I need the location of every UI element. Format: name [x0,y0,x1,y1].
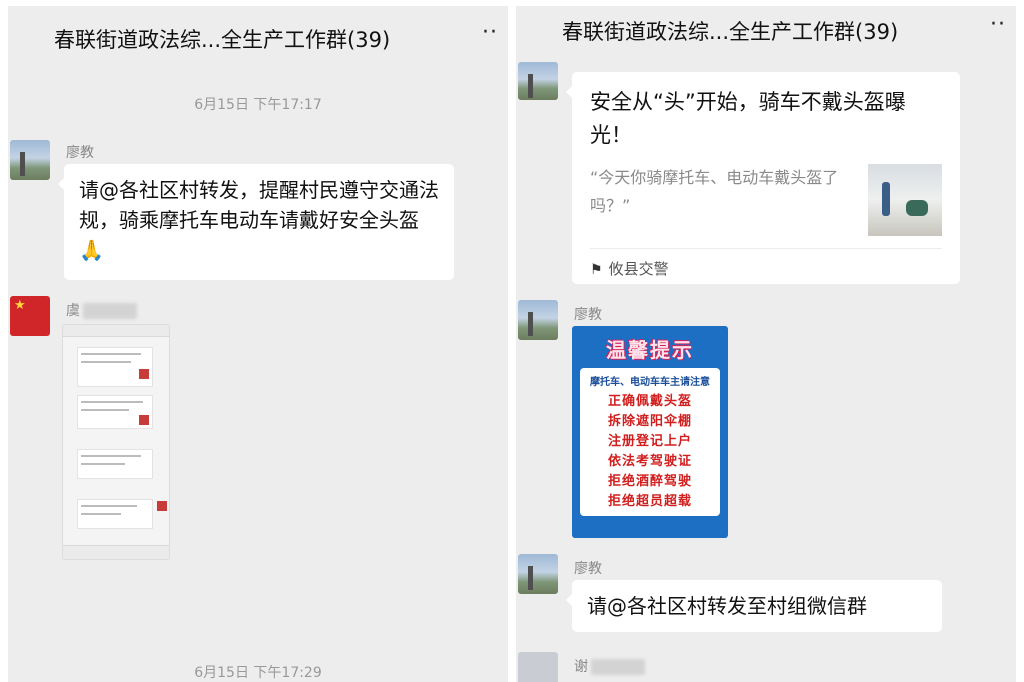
link-title: 安全从“头”开始，骑车不戴头盔曝光！ [590,90,906,147]
poster-line: 依法考驾驶证 [607,454,692,469]
message-timestamp: 6月15日 下午17:29 [194,665,322,681]
divider [590,248,942,249]
message-timestamp: 6月15日 下午17:17 [194,97,322,113]
link-source: ⚑ 攸县交警 [590,260,669,278]
screenshot-image[interactable] [62,324,170,560]
poster-line: 拆除遮阳伞棚 [607,414,692,429]
avatar[interactable] [10,140,50,180]
sender-name: 廖教 [574,307,602,323]
chat-title: 春联街道政法综...全生产工作群(39) [54,28,391,52]
avatar[interactable] [518,652,558,682]
poster-line: 拒绝超员超载 [607,494,692,509]
link-card[interactable]: 安全从“头”开始，骑车不戴头盔曝光！ “今天你骑摩托车、电动车戴头盔了吗？” ⚑… [566,72,960,284]
sender-name: 廖教 [574,561,602,577]
more-icon[interactable]: ·· [482,20,498,45]
blurred-name [83,303,137,319]
message-bubble[interactable]: 请@各社区村转发至村组微信群 [566,580,942,632]
avatar[interactable] [518,300,558,340]
sender-name: 廖教 [66,145,94,161]
chat-window-left: 春联街道政法综...全生产工作群(39) ·· 6月15日 下午17:17 廖教… [8,6,508,682]
poster-line: 拒绝酒醉驾驶 [607,474,692,489]
more-icon[interactable]: ·· [990,12,1006,37]
chat-title: 春联街道政法综...全生产工作群(39) [562,20,899,44]
poster-heading: 温馨提示 [606,338,694,362]
chat-header: 春联街道政法综...全生产工作群(39) ·· [516,6,1016,58]
message-bubble[interactable]: 请@各社区村转发，提醒村民遵守交通法规，骑乘摩托车电动车请戴好安全头盔🙏 [58,164,454,280]
chat-header: 春联街道政法综...全生产工作群(39) ·· [8,6,508,66]
avatar[interactable] [518,554,558,594]
poster-panel: 摩托车、电动车车主请注意 正确佩戴头盔 拆除遮阳伞棚 注册登记上户 依法考驾驶证… [580,368,720,516]
poster-subtitle: 摩托车、电动车车主请注意 [590,377,710,388]
sender-name: 虞 [66,300,137,320]
link-thumbnail [868,164,942,236]
message-text: 请@各社区村转发至村组微信群 [587,594,867,618]
message-text: 请@各社区村转发，提醒村民遵守交通法规，骑乘摩托车电动车请戴好安全头盔🙏 [79,178,439,262]
poster-line: 注册登记上户 [607,434,692,449]
avatar[interactable] [518,62,558,100]
sender-name: 谢 [574,656,645,676]
blurred-name [591,659,645,675]
chat-window-right: 安全从“头”开始，骑车不戴头盔曝光！ “今天你骑摩托车、电动车戴头盔了吗？” ⚑… [516,6,1016,682]
official-account-icon: ⚑ [590,262,603,278]
poster-image[interactable]: 温馨提示 摩托车、电动车车主请注意 正确佩戴头盔 拆除遮阳伞棚 注册登记上户 依… [572,326,728,538]
avatar[interactable] [10,296,50,336]
link-description: “今天你骑摩托车、电动车戴头盔了吗？” [590,168,839,215]
poster-line: 正确佩戴头盔 [607,394,692,409]
